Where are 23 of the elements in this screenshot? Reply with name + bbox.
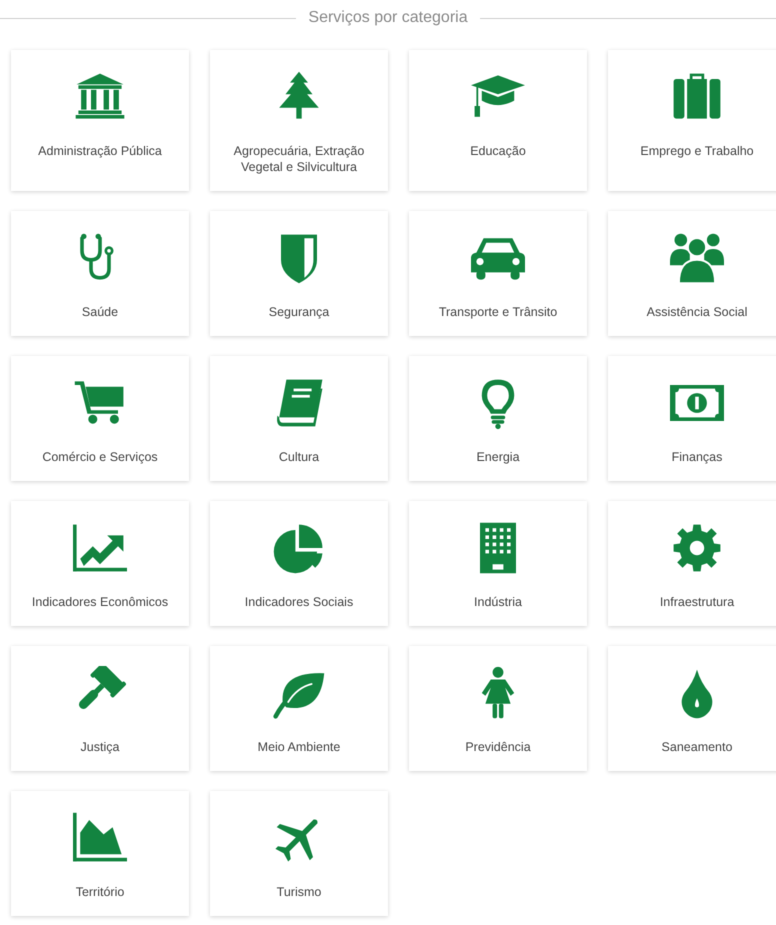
category-card[interactable]: Transporte e Trânsito [409,211,587,336]
category-card[interactable]: Emprego e Trabalho [608,50,776,191]
category-card[interactable]: Administração Pública [11,50,189,191]
category-card[interactable]: Turismo [210,791,388,916]
category-card[interactable]: Território [11,791,189,916]
category-card[interactable]: Saúde [11,211,189,336]
category-card[interactable]: Infraestrutura [608,501,776,626]
category-card[interactable]: Cultura [210,356,388,481]
category-card[interactable]: Indústria [409,501,587,626]
category-card[interactable]: Assistência Social [608,211,776,336]
category-card[interactable]: Saneamento [608,646,776,771]
category-card[interactable]: Previdência [409,646,587,771]
category-card[interactable]: Finanças [608,356,776,481]
section-heading: Serviços por categoria [308,8,468,28]
category-card[interactable]: Indicadores Sociais [210,501,388,626]
category-card[interactable]: Agropecuária, Extração Vegetal e Silvicultura [210,50,388,191]
category-card[interactable]: Meio Ambiente [210,646,388,771]
category-card[interactable]: Justiça [11,646,189,771]
category-card[interactable]: Indicadores Econômicos [11,501,189,626]
category-card[interactable]: Segurança [210,211,388,336]
category-card[interactable]: Energia [409,356,587,481]
category-card[interactable]: Comércio e Serviços [11,356,189,481]
category-card[interactable]: Educação [409,50,587,191]
